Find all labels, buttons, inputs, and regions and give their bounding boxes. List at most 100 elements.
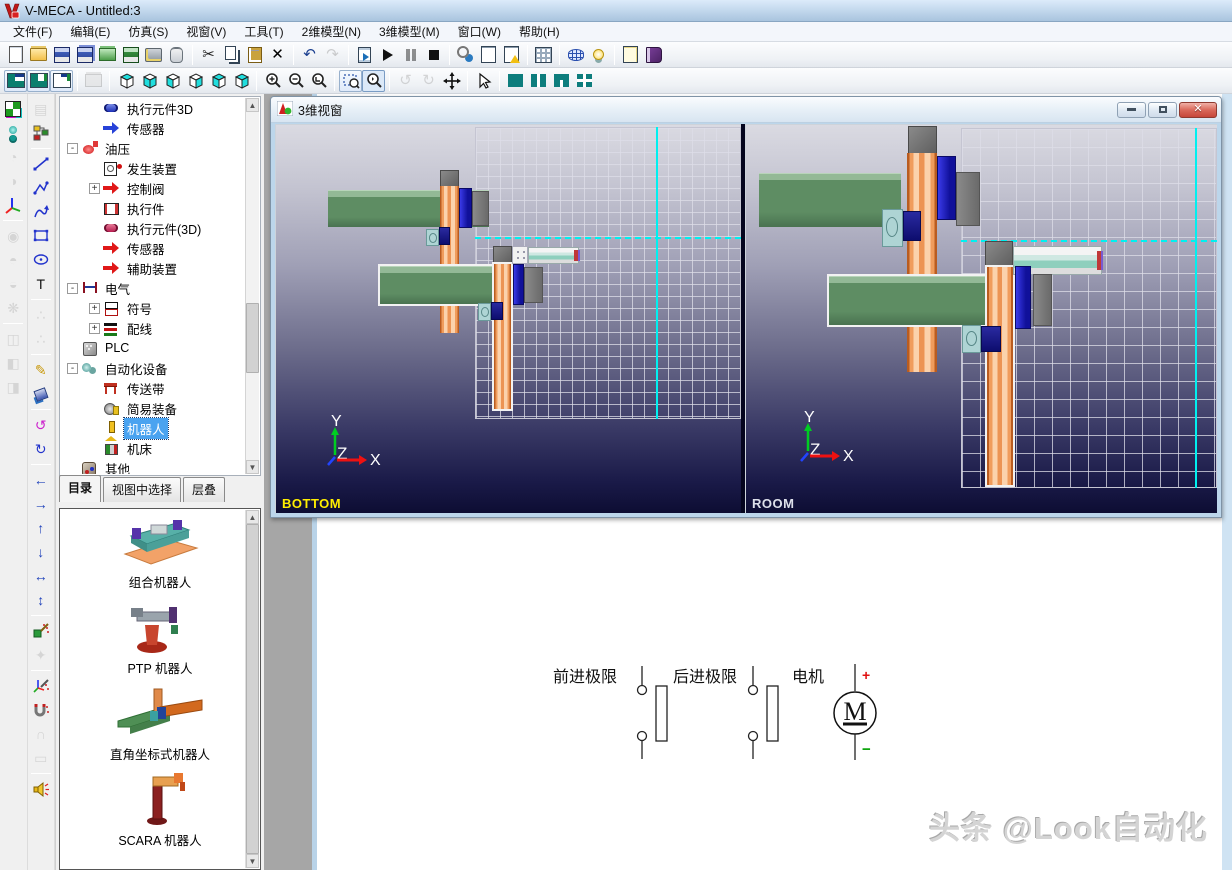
tree-item-配线[interactable]: +配线 bbox=[61, 318, 245, 338]
blue-carriage[interactable] bbox=[513, 264, 524, 305]
transfer-button[interactable] bbox=[353, 44, 376, 66]
green-beam[interactable] bbox=[759, 173, 901, 227]
navy-joint[interactable] bbox=[439, 227, 450, 245]
orange-rail-selected[interactable] bbox=[987, 267, 1013, 485]
navy-joint[interactable] bbox=[981, 326, 1001, 352]
collapse-icon[interactable]: - bbox=[67, 283, 78, 294]
view-left-icon[interactable] bbox=[160, 70, 183, 92]
align-center-h-icon[interactable]: ↔ bbox=[29, 564, 53, 588]
backward-limit-switch[interactable] bbox=[749, 666, 779, 759]
viewport-titlebar[interactable]: 3维视窗 ✕ bbox=[271, 97, 1221, 123]
paste-button[interactable] bbox=[243, 44, 266, 66]
menu-1[interactable]: 文件(F) bbox=[4, 21, 61, 42]
magnet-tool-icon[interactable] bbox=[29, 698, 53, 722]
scroll-up-icon[interactable]: ▲ bbox=[246, 510, 259, 524]
viewport-3d-window[interactable]: 3维视窗 ✕ bbox=[270, 96, 1222, 518]
layout-tree-view-button[interactable] bbox=[4, 70, 27, 92]
hierarchy-tool-icon[interactable] bbox=[29, 121, 53, 145]
window-single-button[interactable] bbox=[504, 70, 527, 92]
gray-mount[interactable] bbox=[472, 191, 489, 226]
draw-ellipse-icon[interactable] bbox=[29, 248, 53, 272]
tab-层叠[interactable]: 层叠 bbox=[183, 477, 225, 502]
pan-view-icon[interactable] bbox=[440, 70, 463, 92]
device-settings-button[interactable] bbox=[142, 44, 165, 66]
expand-icon[interactable]: + bbox=[89, 323, 100, 334]
rail-end-cap[interactable] bbox=[985, 241, 1013, 267]
cut-icon[interactable]: ✂ bbox=[197, 44, 220, 66]
mouse-settings-button[interactable] bbox=[165, 44, 188, 66]
tree-item-传感器[interactable]: 传感器 bbox=[61, 238, 245, 258]
view-right-icon[interactable] bbox=[183, 70, 206, 92]
help-book-button[interactable] bbox=[642, 44, 665, 66]
tree-item-执行元件(3D)[interactable]: 执行元件(3D) bbox=[61, 218, 245, 238]
teal-joint[interactable] bbox=[882, 209, 903, 247]
collapse-icon[interactable]: - bbox=[67, 143, 78, 154]
menu-6[interactable]: 2维模型(N) bbox=[293, 21, 370, 42]
new-file-button[interactable] bbox=[4, 44, 27, 66]
menu-8[interactable]: 窗口(W) bbox=[449, 21, 510, 42]
tree-item-传送带[interactable]: 传送带 bbox=[61, 378, 245, 398]
green-beam-selected[interactable] bbox=[829, 276, 985, 325]
tree-item-其他[interactable]: 其他 bbox=[61, 458, 245, 474]
net-view-button[interactable] bbox=[564, 44, 587, 66]
component-mode-button[interactable] bbox=[1, 121, 25, 145]
close-button[interactable]: ✕ bbox=[1179, 102, 1217, 118]
catalog-item-PTP 机器人[interactable]: PTP 机器人 bbox=[60, 595, 260, 681]
expand-icon[interactable]: + bbox=[89, 183, 100, 194]
tree-item-发生装置[interactable]: 发生装置 bbox=[61, 158, 245, 178]
wiring-check-button[interactable] bbox=[454, 44, 477, 66]
select-cursor-icon[interactable] bbox=[472, 70, 495, 92]
expand-icon[interactable]: + bbox=[89, 303, 100, 314]
auto-place-icon[interactable] bbox=[29, 619, 53, 643]
open-file-button[interactable] bbox=[27, 44, 50, 66]
menu-4[interactable]: 视窗(V) bbox=[177, 21, 235, 42]
open-model-button[interactable] bbox=[96, 44, 119, 66]
tree-item-执行元件3D[interactable]: 执行元件3D bbox=[61, 98, 245, 118]
fill-color-button[interactable] bbox=[29, 382, 53, 406]
tree-item-执行件[interactable]: 执行件 bbox=[61, 198, 245, 218]
undo-icon[interactable]: ↶ bbox=[298, 44, 321, 66]
coordinate-axes-icon[interactable] bbox=[1, 193, 25, 217]
gray-mount[interactable] bbox=[956, 172, 980, 226]
viewport-pane-room[interactable]: Y Z X ROOM bbox=[745, 124, 1217, 513]
rotate-ccw-icon[interactable]: ↺ bbox=[29, 413, 53, 437]
parts-list-button[interactable] bbox=[477, 44, 500, 66]
tree-item-电气[interactable]: -电气 bbox=[61, 278, 245, 298]
collapse-icon[interactable]: - bbox=[67, 363, 78, 374]
orange-rail[interactable] bbox=[440, 186, 459, 333]
tree-item-自动化设备[interactable]: -自动化设备 bbox=[61, 358, 245, 378]
teal-joint[interactable] bbox=[962, 325, 981, 353]
save-as-button[interactable] bbox=[73, 44, 96, 66]
window-horizontal-split-button[interactable] bbox=[550, 70, 573, 92]
gray-mount[interactable] bbox=[524, 267, 543, 303]
window-vertical-split-button[interactable] bbox=[527, 70, 550, 92]
rail-end-cap[interactable] bbox=[908, 126, 937, 155]
save-file-button[interactable] bbox=[50, 44, 73, 66]
io-table-button[interactable] bbox=[532, 44, 555, 66]
menu-2[interactable]: 编辑(E) bbox=[61, 21, 119, 42]
zoom-out-icon[interactable] bbox=[284, 70, 307, 92]
view-back-icon[interactable] bbox=[229, 70, 252, 92]
restore-button[interactable] bbox=[1148, 102, 1177, 118]
axes-wand-icon[interactable] bbox=[29, 674, 53, 698]
forward-limit-switch[interactable] bbox=[638, 666, 668, 759]
tree-item-控制阀[interactable]: +控制阀 bbox=[61, 178, 245, 198]
memo-note-button[interactable] bbox=[619, 44, 642, 66]
catalog-item-组合机器人[interactable]: 组合机器人 bbox=[60, 509, 260, 595]
navy-joint[interactable] bbox=[491, 302, 503, 320]
tree-item-机床[interactable]: 机床 bbox=[61, 438, 245, 458]
select-mode-button[interactable] bbox=[1, 97, 25, 121]
catalog-item-直角坐标式机器人[interactable]: 直角坐标式机器人 bbox=[60, 681, 260, 767]
draw-text-icon[interactable]: T bbox=[29, 272, 53, 296]
tree-item-PLC[interactable]: PLC bbox=[61, 338, 245, 358]
blue-carriage[interactable] bbox=[1015, 266, 1031, 329]
viewport-pane-bottom[interactable]: Y Z X BOTTOM bbox=[275, 124, 741, 513]
menu-7[interactable]: 3维模型(M) bbox=[370, 21, 449, 42]
zoom-dynamic-icon[interactable] bbox=[362, 70, 385, 92]
align-top-icon[interactable]: ↑ bbox=[29, 516, 53, 540]
slide-connector[interactable] bbox=[512, 246, 528, 264]
draw-rectangle-icon[interactable] bbox=[29, 224, 53, 248]
draw-line-icon[interactable] bbox=[29, 152, 53, 176]
view-top-icon[interactable] bbox=[114, 70, 137, 92]
scroll-down-icon[interactable]: ▼ bbox=[246, 460, 259, 474]
